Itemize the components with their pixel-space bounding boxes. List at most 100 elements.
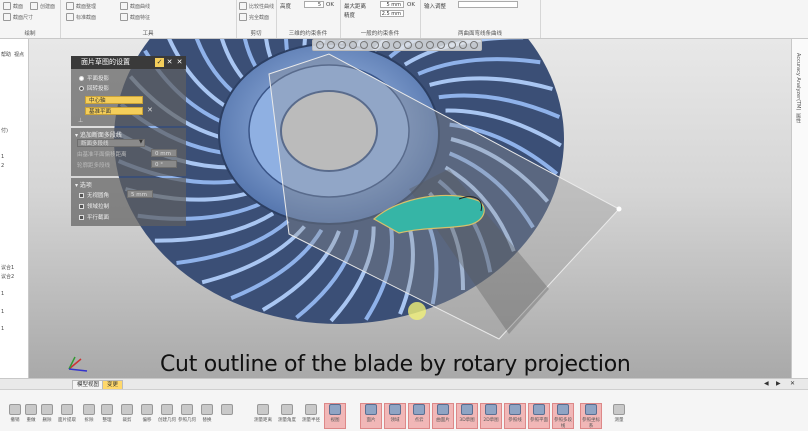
height-input[interactable]: 5 (304, 1, 324, 8)
toolbar-button-5[interactable]: 整理 (96, 404, 118, 430)
checkbox-region-icon[interactable] (79, 203, 84, 209)
tree-item[interactable]: 2 (1, 163, 4, 169)
ribbon-button-section-feature[interactable]: 截面特征 (120, 13, 150, 21)
view-front-icon[interactable] (360, 41, 368, 49)
tree-item[interactable]: 1 (1, 291, 4, 297)
max-distance-input[interactable]: 5 mm (380, 1, 404, 8)
view-iso-icon[interactable] (393, 41, 401, 49)
view-pan-icon[interactable] (338, 41, 346, 49)
view-zoom-icon[interactable] (349, 41, 357, 49)
checkbox-parallel-icon[interactable] (79, 214, 84, 220)
panel-tab-view[interactable]: 视点 (14, 51, 24, 58)
option-region-control[interactable]: 领域拉制 (79, 202, 109, 210)
ribbon-button-cut-section[interactable]: 标准截面 (66, 13, 96, 21)
toolbar-button-9[interactable]: 参照几何 (176, 404, 198, 430)
view-filter-icon[interactable] (459, 41, 467, 49)
tree-item[interactable]: 1 (1, 326, 4, 332)
tree-item[interactable]: 1 (1, 154, 4, 160)
view-section-icon[interactable] (426, 41, 434, 49)
base-plane-field[interactable]: 基准平面 (85, 107, 143, 115)
toolbar-button-26[interactable]: 测量 (608, 404, 630, 430)
toolbar-button-3[interactable]: 面片提取 (56, 404, 78, 430)
toolbar-button-25[interactable]: 参照坐标系 (580, 403, 602, 429)
toolbar-button-11[interactable] (216, 404, 238, 430)
scroll-left-icon[interactable]: ◀ (764, 380, 769, 387)
radio-plane-icon[interactable] (79, 75, 84, 81)
ribbon-button-full-section[interactable]: 完全截面 (239, 13, 269, 21)
toolbar-button-2[interactable]: 删除 (36, 404, 58, 430)
offset-input[interactable]: 0 mm (151, 149, 177, 157)
accuracy-analyzer-tab[interactable]: Accuracy Analyzer(TM) (795, 53, 801, 110)
section-curve-icon (120, 2, 128, 10)
toolbar-button-17[interactable]: 领域 (384, 403, 406, 429)
view-side-icon[interactable] (382, 41, 390, 49)
center-axis-field[interactable]: 中心轴 (85, 96, 143, 104)
angle-input[interactable]: 0 ° (151, 160, 177, 168)
toolbar-button-10[interactable]: 替换 (196, 404, 218, 430)
bottom-toolbar: 撤销 重做 删除 面片提取 拆除 整理 裁剪 偏移 创建几何 参照几何 替换 测量距离 测量角度 测量半径… (0, 389, 808, 431)
toolbar-button-22[interactable]: 参照线 (504, 403, 526, 429)
polyline-mode-dropdown-icon[interactable]: ▼ (139, 139, 143, 145)
option-ignore-fillet[interactable]: 无视圆角 (79, 191, 109, 199)
ribbon-button-section[interactable]: 截面 (3, 2, 23, 10)
tree-item[interactable]: 议合1 (1, 264, 14, 271)
max-distance-ok-button[interactable]: OK (407, 2, 415, 8)
toolbar-button-13[interactable]: 测量角度 (276, 404, 298, 430)
view-top-icon[interactable] (371, 41, 379, 49)
scroll-right-icon[interactable]: ▶ (776, 380, 781, 387)
polyline-mode-select[interactable]: 断面多段线 (77, 139, 145, 147)
option-rotary-projection[interactable]: 回转投影 (79, 84, 109, 92)
toolbar-button-19[interactable]: 曲面片 (432, 403, 454, 429)
precision-input[interactable]: 2.5 mm (380, 10, 404, 17)
toolbar-tool-icon (613, 404, 625, 415)
cancel-icon[interactable]: ✕ (165, 58, 174, 67)
panel-tab-help[interactable]: 帮助 (1, 51, 11, 58)
base-plane-clear-icon[interactable]: ✕ (147, 106, 153, 114)
tree-item[interactable]: 议合2 (1, 273, 14, 280)
toolbar-button-8[interactable]: 创建几何 (156, 404, 178, 430)
view-wire-icon[interactable] (415, 41, 423, 49)
view-rotate-icon[interactable] (327, 41, 335, 49)
toolbar-button-12[interactable]: 测量距离 (252, 404, 274, 430)
ribbon-button-section-size[interactable]: 截面尺寸 (3, 13, 33, 21)
properties-tab[interactable]: 属性 (795, 113, 802, 123)
toolbar-button-label: 测量距离 (254, 418, 272, 423)
toolbar-button-15[interactable]: 视图 (324, 403, 346, 429)
checkbox-ignore-fillet-icon[interactable] (79, 192, 84, 198)
toolbar-button-23[interactable]: 参照平面 (528, 403, 550, 429)
view-shade-icon[interactable] (404, 41, 412, 49)
ribbon-button-section-curve[interactable]: 截面曲线 (120, 2, 150, 10)
input-adjust-field[interactable] (458, 1, 518, 8)
toolbar-tool-icon (141, 404, 153, 415)
view-fit-icon[interactable] (316, 41, 324, 49)
toolbar-button-24[interactable]: 参照多段线 (552, 403, 574, 429)
radio-rotary-icon[interactable] (79, 85, 84, 91)
fillet-distance-input[interactable]: 5 mm (127, 190, 153, 198)
toolbar-button-7[interactable]: 偏移 (136, 404, 158, 430)
tree-item[interactable]: 1 (1, 309, 4, 315)
3d-viewport[interactable]: 面片草图的设置 ✓ ✕ ✕ 平面投影 回转投影 中心轴 基准平面 ✕ ⊥ ▾ 追… (29, 39, 791, 378)
tree-item[interactable]: 付) (1, 127, 8, 134)
height-ok-button[interactable]: OK (326, 2, 334, 8)
toolbar-button-20[interactable]: 3D草图 (456, 403, 478, 429)
ok-check-icon[interactable]: ✓ (155, 58, 164, 67)
view-light-icon[interactable] (437, 41, 445, 49)
plane-handle[interactable] (616, 206, 622, 212)
ribbon-button-create-face[interactable]: 创建面 (30, 2, 55, 10)
option-plane-projection[interactable]: 平面投影 (79, 74, 109, 82)
ribbon-group-curves: 输入调整 两曲面弯线条曲线 (420, 0, 541, 38)
tab-close-icon[interactable]: ✕ (790, 380, 795, 387)
toolbar-button-14[interactable]: 测量半径 (300, 404, 322, 430)
toolbar-button-18[interactable]: 点云 (408, 403, 430, 429)
section-icon (3, 2, 11, 10)
ribbon-button-section-tidy[interactable]: 截面整理 (66, 2, 96, 10)
view-select-icon[interactable] (448, 41, 456, 49)
ribbon-button-compare-curve[interactable]: 比较性曲线 (239, 2, 274, 10)
close-icon[interactable]: ✕ (175, 58, 184, 67)
view-settings-icon[interactable] (470, 41, 478, 49)
option-parallel-section[interactable]: 平行截面 (79, 213, 109, 221)
toolbar-button-16[interactable]: 面片 (360, 403, 382, 429)
toolbar-tool-icon (557, 404, 569, 415)
toolbar-button-6[interactable]: 裁剪 (116, 404, 138, 430)
toolbar-button-21[interactable]: 2D草图 (480, 403, 502, 429)
